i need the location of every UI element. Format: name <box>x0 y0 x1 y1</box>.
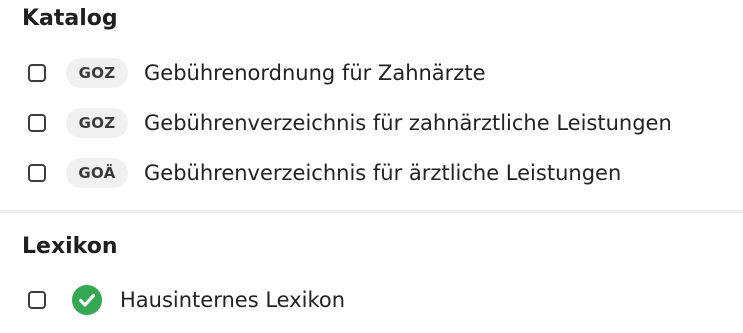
catalog-badge: GOZ <box>66 108 128 138</box>
check-circle-icon <box>72 285 102 315</box>
katalog-item-goae-leistungen[interactable]: GOÄ Gebührenverzeichnis für ärztliche Le… <box>28 155 743 191</box>
checkbox[interactable] <box>28 64 46 82</box>
catalog-item-label: Gebührenverzeichnis für ärztliche Leistu… <box>144 161 622 185</box>
catalog-badge: GOZ <box>66 58 128 88</box>
catalog-item-label: Gebührenordnung für Zahnärzte <box>144 61 486 85</box>
checkbox[interactable] <box>28 291 46 309</box>
katalog-item-goz-zahnaerzte[interactable]: GOZ Gebührenordnung für Zahnärzte <box>28 55 743 91</box>
checkbox[interactable] <box>28 114 46 132</box>
lexikon-item-hausintern[interactable]: Hausinternes Lexikon <box>28 282 743 318</box>
catalog-badge: GOÄ <box>66 158 128 188</box>
lexikon-title: Lexikon <box>22 234 118 259</box>
section-divider <box>0 210 743 213</box>
catalog-item-label: Gebührenverzeichnis für zahnärztliche Le… <box>144 111 672 135</box>
katalog-item-goz-leistungen[interactable]: GOZ Gebührenverzeichnis für zahnärztlich… <box>28 105 743 141</box>
katalog-title: Katalog <box>22 6 118 31</box>
checkbox[interactable] <box>28 164 46 182</box>
lexikon-item-label: Hausinternes Lexikon <box>120 288 346 312</box>
